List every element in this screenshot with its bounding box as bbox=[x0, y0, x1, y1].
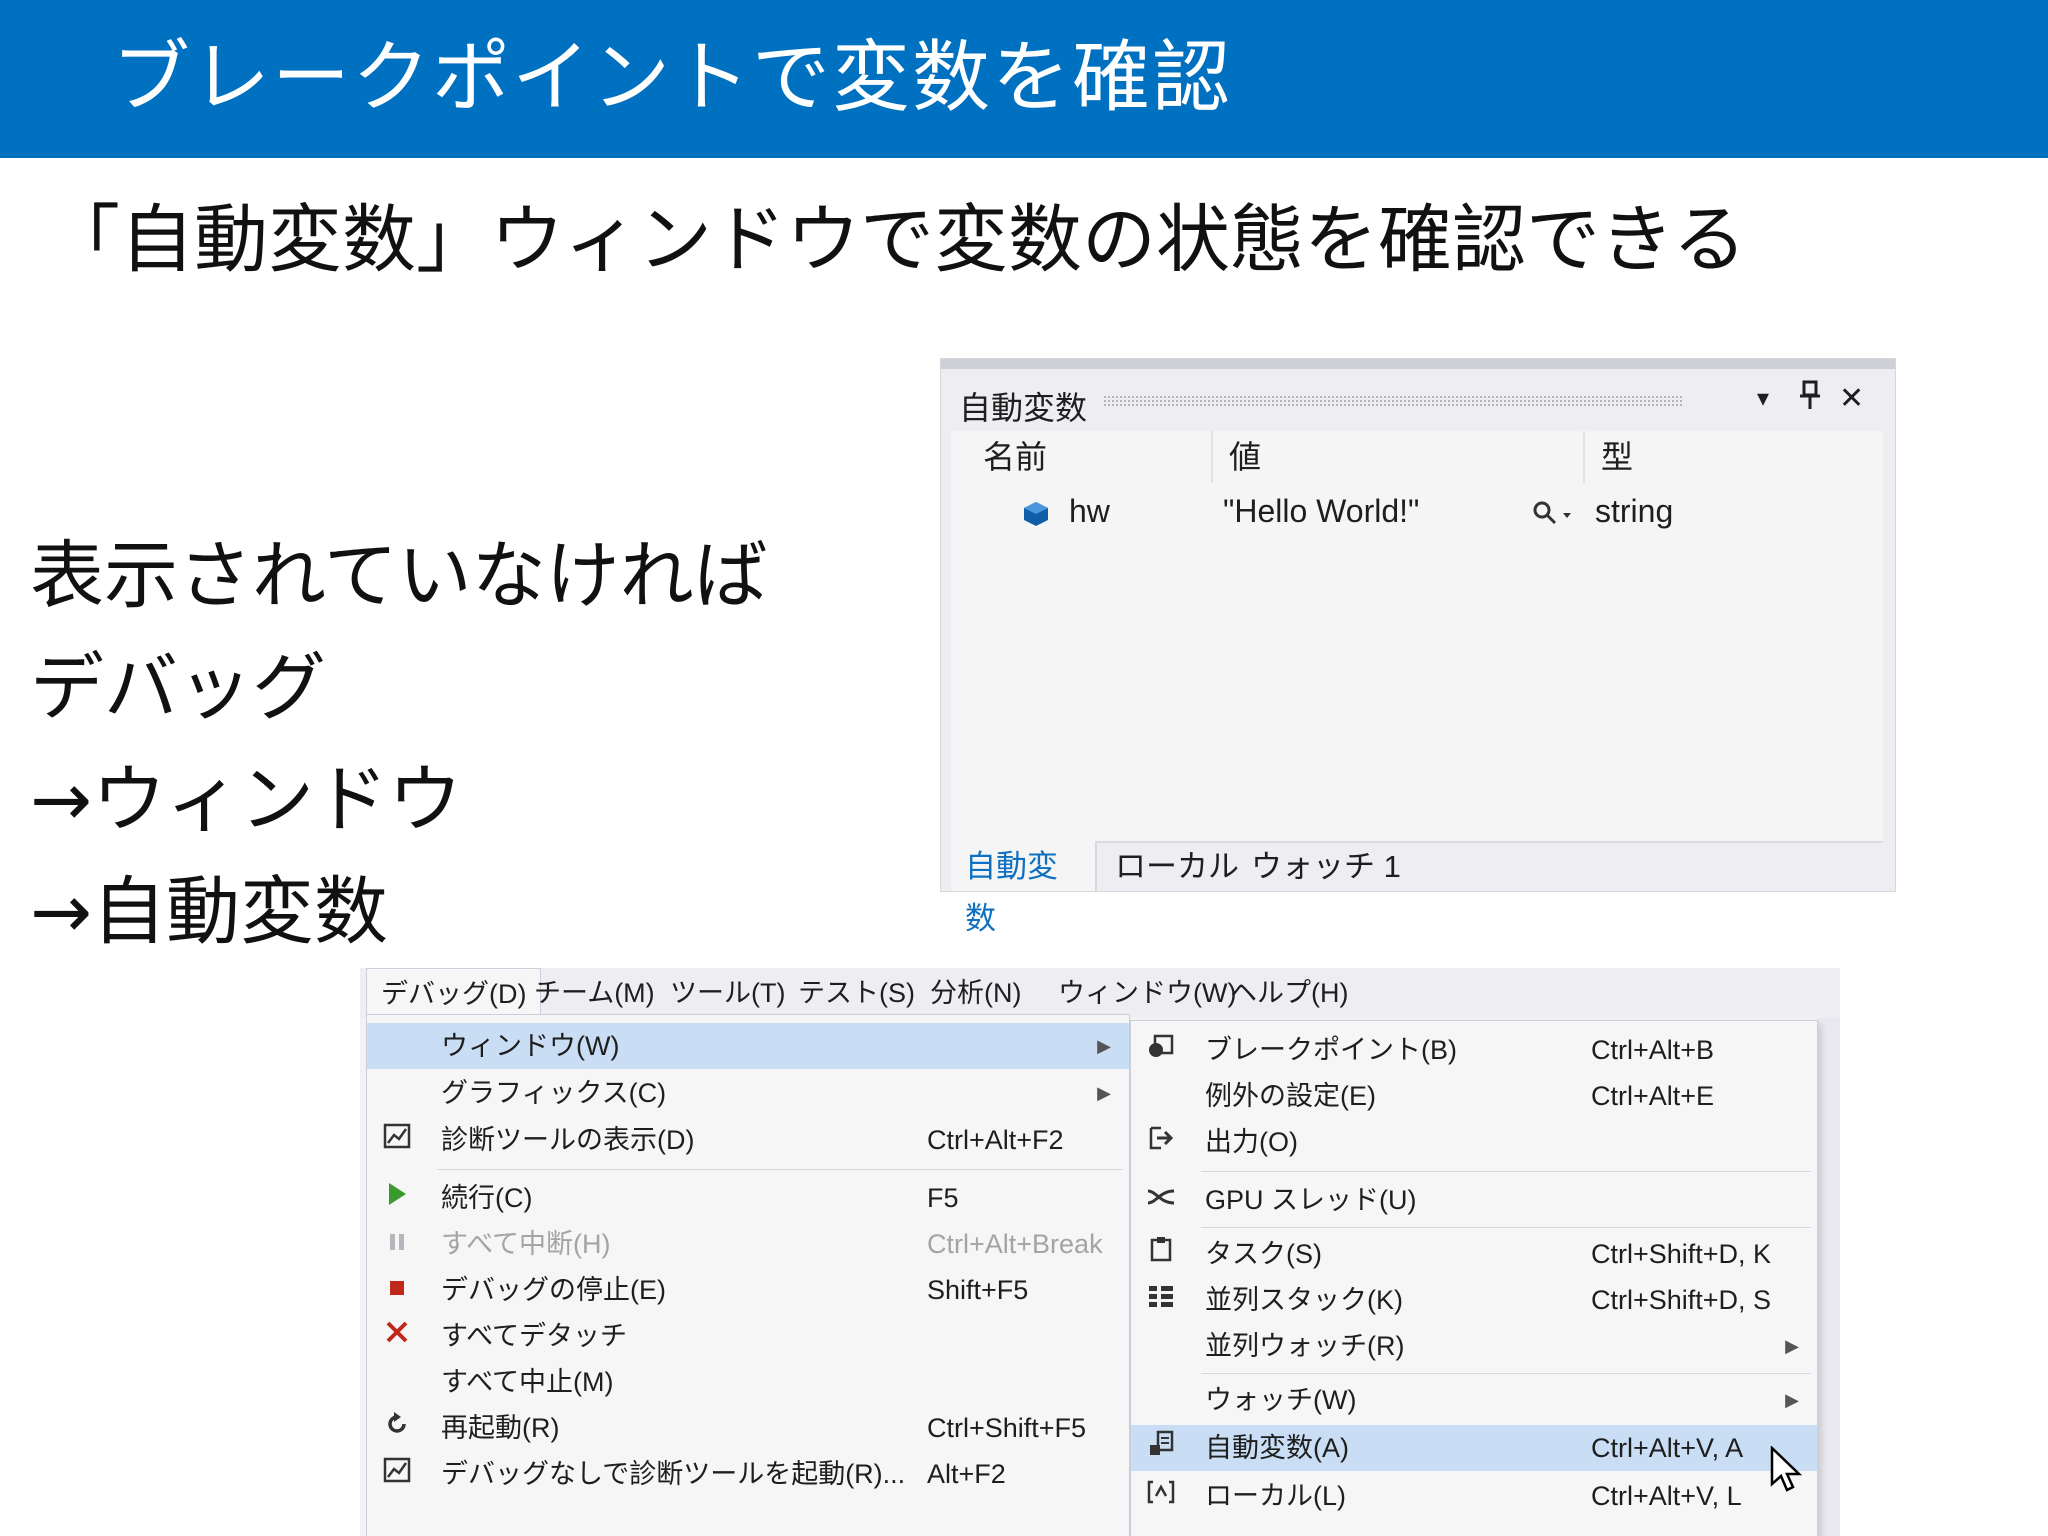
drag-grip[interactable] bbox=[1103, 395, 1683, 407]
menu-item-window[interactable]: ウィンドウ(W) ▶ bbox=[367, 1023, 1129, 1069]
window-top-strip bbox=[941, 359, 1895, 369]
menu-item-detach-all[interactable]: すべてデタッチ bbox=[367, 1313, 1129, 1359]
autos-window: 自動変数 ▾ ✕ 名前 値 型 hw "Hello World!" string… bbox=[940, 358, 1896, 936]
step-text: デバッグ bbox=[30, 645, 326, 731]
step-text: →自動変数 bbox=[30, 869, 389, 955]
dropdown-icon[interactable]: ▾ bbox=[1757, 379, 1769, 419]
submenu-arrow-icon: ▶ bbox=[1785, 1336, 1799, 1356]
submenu-arrow-icon: ▶ bbox=[1097, 1036, 1111, 1056]
menu-tools[interactable]: ツール(T) bbox=[656, 968, 799, 1018]
tab-watch-1[interactable]: ウォッチ 1 bbox=[1237, 841, 1415, 891]
submenu-item-exception-settings[interactable]: 例外の設定(E) Ctrl+Alt+E bbox=[1131, 1073, 1817, 1119]
menu-item-restart[interactable]: 再起動(R) Ctrl+Shift+F5 bbox=[367, 1405, 1129, 1451]
locals-icon bbox=[1143, 1473, 1179, 1519]
visualizer-search-icon[interactable] bbox=[1531, 485, 1575, 537]
autos-tabs: 自動変数 ローカル ウォッチ 1 bbox=[951, 841, 1883, 936]
menu-separator bbox=[1201, 1373, 1811, 1374]
row-name: hw bbox=[1069, 493, 1110, 529]
play-icon bbox=[379, 1175, 415, 1221]
menu-analyze[interactable]: 分析(N) bbox=[916, 968, 1035, 1018]
output-icon bbox=[1143, 1119, 1179, 1165]
submenu-arrow-icon: ▶ bbox=[1097, 1083, 1111, 1103]
chart-icon bbox=[379, 1117, 415, 1163]
autos-grid: 名前 値 型 hw "Hello World!" string bbox=[951, 431, 1883, 843]
mouse-cursor-icon bbox=[1770, 1445, 1804, 1499]
submenu-item-breakpoints[interactable]: ブレークポイント(B) Ctrl+Alt+B bbox=[1131, 1027, 1817, 1073]
submenu-item-tasks[interactable]: タスク(S) Ctrl+Shift+D, K bbox=[1131, 1231, 1817, 1277]
pause-icon bbox=[379, 1221, 415, 1267]
gpu-threads-icon bbox=[1143, 1177, 1179, 1223]
step-text: 表示されていなければ bbox=[30, 533, 768, 619]
slide-title: ブレークポイントで変数を確認 bbox=[112, 33, 1233, 123]
menubar: デバッグ(D) チーム(M) ツール(T) テスト(S) 分析(N) ウィンドウ… bbox=[360, 968, 1840, 1018]
menu-team[interactable]: チーム(M) bbox=[520, 968, 669, 1018]
menu-item-terminate-all[interactable]: すべて中止(M) bbox=[367, 1359, 1129, 1405]
slide-subtitle: 「自動変数」ウィンドウで変数の状態を確認できる bbox=[46, 197, 1747, 283]
submenu-item-parallel-watch[interactable]: 並列ウォッチ(R) ▶ bbox=[1131, 1323, 1817, 1369]
menu-item-start-diagnostics[interactable]: デバッグなしで診断ツールを起動(R)... Alt+F2 bbox=[367, 1451, 1129, 1497]
debug-menu: ウィンドウ(W) ▶ グラフィックス(C) ▶ 診断ツールの表示(D) Ctrl… bbox=[366, 1014, 1130, 1536]
chart-icon bbox=[379, 1451, 415, 1497]
submenu-item-output[interactable]: 出力(O) bbox=[1131, 1119, 1817, 1165]
row-type: string bbox=[1595, 493, 1674, 529]
restart-icon bbox=[379, 1405, 415, 1451]
menu-separator bbox=[1201, 1171, 1811, 1172]
submenu-arrow-icon: ▶ bbox=[1785, 1390, 1799, 1410]
autos-titlebar[interactable]: 自動変数 ▾ ✕ bbox=[951, 377, 1883, 426]
background-strip bbox=[1818, 1018, 1840, 1536]
menu-item-graphics[interactable]: グラフィックス(C) ▶ bbox=[367, 1070, 1129, 1116]
column-header-name[interactable]: 名前 bbox=[967, 431, 1213, 483]
variable-icon bbox=[1021, 485, 1051, 537]
submenu-item-autos[interactable]: 自動変数(A) Ctrl+Alt+V, A bbox=[1131, 1425, 1817, 1471]
step-text: →ウィンドウ bbox=[30, 757, 463, 843]
menu-separator bbox=[1201, 1227, 1811, 1228]
title-bar: ブレークポイントで変数を確認 bbox=[0, 0, 2048, 158]
submenu-item-parallel-stacks[interactable]: 並列スタック(K) Ctrl+Shift+D, S bbox=[1131, 1277, 1817, 1323]
menu-help[interactable]: ヘルプ(H) bbox=[1216, 968, 1362, 1018]
menu-item-stop-debugging[interactable]: デバッグの停止(E) Shift+F5 bbox=[367, 1267, 1129, 1313]
menu-item-continue[interactable]: 続行(C) F5 bbox=[367, 1175, 1129, 1221]
submenu-item-watch[interactable]: ウォッチ(W) ▶ bbox=[1131, 1377, 1817, 1423]
menu-item-show-diagnostics[interactable]: 診断ツールの表示(D) Ctrl+Alt+F2 bbox=[367, 1117, 1129, 1163]
pin-icon[interactable] bbox=[1799, 379, 1821, 420]
menu-separator bbox=[437, 1169, 1123, 1170]
stop-icon bbox=[379, 1267, 415, 1313]
submenu-item-gpu-threads[interactable]: GPU スレッド(U) bbox=[1131, 1177, 1817, 1223]
autos-window-title: 自動変数 bbox=[959, 390, 1088, 426]
menu-test[interactable]: テスト(S) bbox=[784, 968, 929, 1018]
parallel-stacks-icon bbox=[1143, 1277, 1179, 1323]
menu-debug[interactable]: デバッグ(D) bbox=[366, 968, 542, 1018]
window-submenu: ブレークポイント(B) Ctrl+Alt+B 例外の設定(E) Ctrl+Alt… bbox=[1130, 1020, 1818, 1536]
tab-locals[interactable]: ローカル bbox=[1101, 841, 1253, 891]
breakpoints-icon bbox=[1143, 1027, 1179, 1073]
tab-autos[interactable]: 自動変数 bbox=[951, 841, 1097, 936]
menu-item-break-all: すべて中断(H) Ctrl+Alt+Break bbox=[367, 1221, 1129, 1267]
menu-screenshot: デバッグ(D) チーム(M) ツール(T) テスト(S) 分析(N) ウィンドウ… bbox=[360, 968, 1840, 1536]
autos-icon bbox=[1143, 1425, 1179, 1471]
submenu-item-locals[interactable]: ローカル(L) Ctrl+Alt+V, L bbox=[1131, 1473, 1817, 1519]
column-header-type[interactable]: 型 bbox=[1585, 431, 1825, 483]
tasks-icon bbox=[1143, 1231, 1179, 1277]
detach-icon bbox=[379, 1313, 415, 1359]
close-icon[interactable]: ✕ bbox=[1839, 379, 1864, 419]
column-header-value[interactable]: 値 bbox=[1213, 431, 1585, 483]
row-value[interactable]: "Hello World!" bbox=[1223, 485, 1419, 537]
